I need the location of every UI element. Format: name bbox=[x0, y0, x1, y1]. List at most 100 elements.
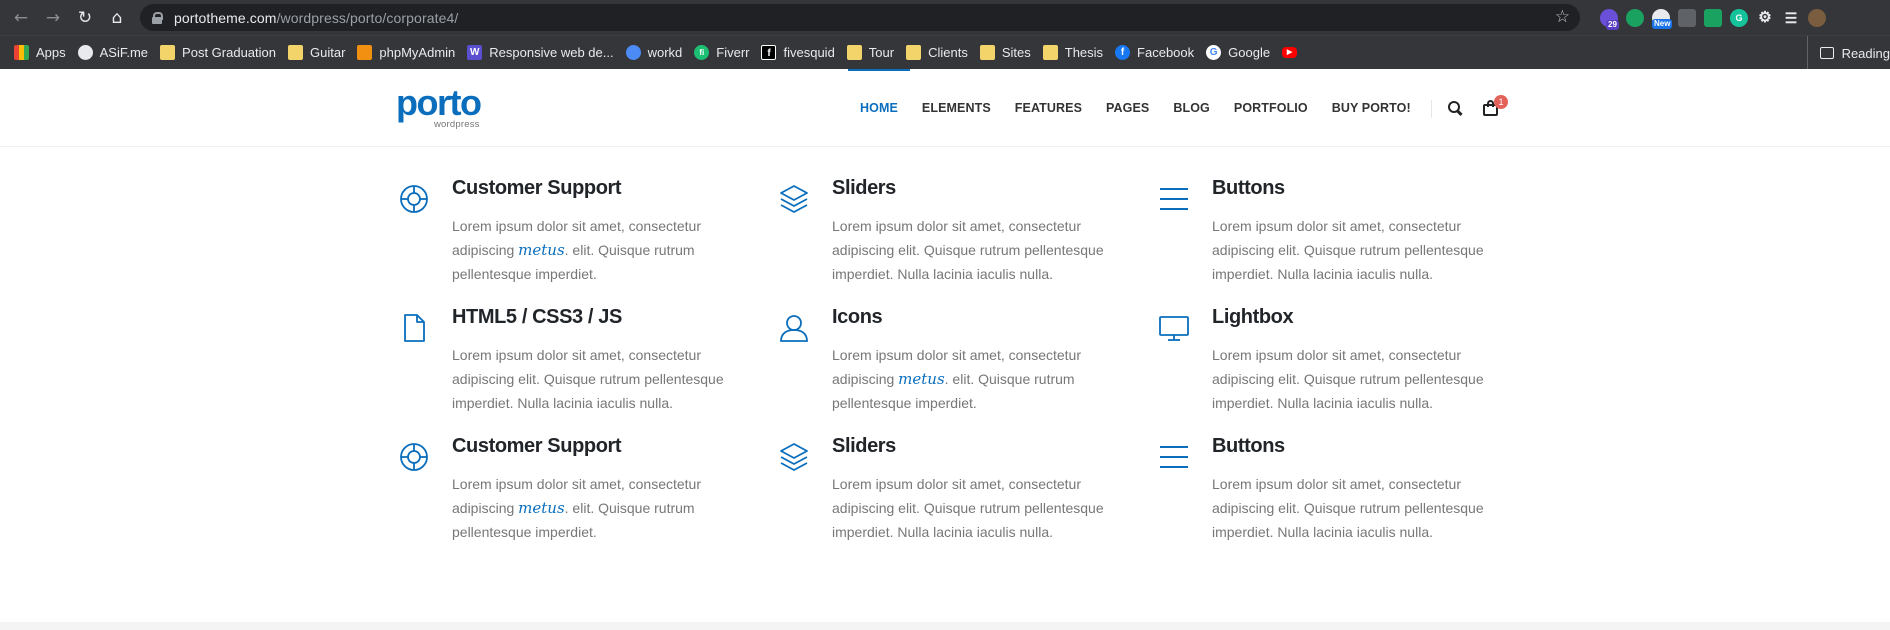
menu-item-pages[interactable]: PAGES bbox=[1094, 69, 1161, 147]
youtube-icon: ▶ bbox=[1282, 47, 1298, 58]
bookmark-google[interactable]: G Google bbox=[1202, 40, 1278, 66]
profile-avatar[interactable] bbox=[1808, 9, 1826, 27]
feature-text: Lorem ipsum dolor sit amet, consectetur … bbox=[1212, 343, 1512, 415]
feature-text-main: Lorem ipsum dolor sit amet, consectetur … bbox=[452, 347, 724, 411]
feature-text: Lorem ipsum dolor sit amet, consectetur … bbox=[1212, 472, 1512, 544]
bookmark-label: Facebook bbox=[1137, 45, 1195, 60]
bookmark-label: Post Graduation bbox=[182, 45, 276, 60]
extension-count-badge: 29 bbox=[1606, 20, 1619, 30]
logo-subtitle: wordpress bbox=[434, 119, 480, 130]
f-square-icon: f bbox=[761, 45, 777, 60]
lifebuoy-icon bbox=[398, 183, 432, 217]
grammarly-icon[interactable]: G bbox=[1730, 9, 1748, 27]
feature-text: Lorem ipsum dolor sit amet, consectetur … bbox=[832, 214, 1132, 286]
feature-text-main: Lorem ipsum dolor sit amet, consectetur … bbox=[1212, 476, 1484, 540]
bookmark-star-icon[interactable]: ☆ bbox=[1555, 7, 1570, 27]
bookmark-label: Fiverr bbox=[716, 45, 750, 60]
porto-logo[interactable]: porto wordpress bbox=[396, 85, 482, 131]
folder-icon bbox=[979, 45, 995, 60]
feature-text-script: metus bbox=[898, 370, 945, 388]
main-menu: HOME ELEMENTS FEATURES PAGES BLOG PORTFOLIO BU… bbox=[848, 69, 1423, 147]
folder-icon bbox=[288, 45, 303, 60]
bookmark-tour[interactable]: Tour bbox=[843, 40, 902, 66]
feature-text: Lorem ipsum dolor sit amet, consectetur … bbox=[452, 214, 752, 286]
bookmark-clients[interactable]: Clients bbox=[902, 40, 976, 66]
feature-title: Customer Support bbox=[452, 435, 622, 457]
reading-list-label: Reading bbox=[1841, 45, 1890, 61]
folder-icon bbox=[1042, 45, 1058, 60]
bookmark-fivesquid[interactable]: f fivesquid bbox=[757, 40, 842, 66]
bookmark-label: Tour bbox=[868, 45, 895, 60]
site-header: porto wordpress HOME ELEMENTS FEATURES PAGE… bbox=[0, 69, 1890, 147]
feature-text-script: metus bbox=[518, 241, 565, 259]
reading-list-button[interactable]: Reading bbox=[1806, 36, 1890, 70]
bookmark-workd[interactable]: workd bbox=[622, 40, 691, 66]
w-icon: W bbox=[467, 45, 483, 60]
feature-title: Icons bbox=[832, 306, 883, 328]
bookmark-label: Responsive web de... bbox=[489, 45, 614, 60]
bookmark-label: ASiF.me bbox=[99, 45, 149, 60]
feature-title: Buttons bbox=[1212, 177, 1285, 199]
feature-text: Lorem ipsum dolor sit amet, consectetur … bbox=[452, 472, 752, 544]
feature-text: Lorem ipsum dolor sit amet, consectetur … bbox=[832, 343, 1132, 415]
extension-icon-4[interactable] bbox=[1678, 9, 1696, 27]
cart-count-badge: 1 bbox=[1494, 95, 1508, 109]
facebook-icon: f bbox=[1115, 45, 1131, 60]
back-arrow-icon[interactable]: ← bbox=[10, 7, 32, 29]
feature-title: HTML5 / CSS3 / JS bbox=[452, 306, 622, 328]
bookmark-sites[interactable]: Sites bbox=[976, 40, 1039, 66]
bookmark-responsive-web-de[interactable]: W Responsive web de... bbox=[463, 40, 621, 66]
bookmark-label: Clients bbox=[928, 45, 968, 60]
bookmark-post-graduation[interactable]: Post Graduation bbox=[156, 40, 284, 66]
home-icon[interactable]: ⌂ bbox=[106, 7, 128, 29]
bookmark-label: Thesis bbox=[1064, 45, 1104, 60]
bookmark-phpmyadmin[interactable]: phpMyAdmin bbox=[353, 40, 463, 66]
bookmark-apps[interactable]: Apps bbox=[10, 40, 74, 66]
menu-item-features[interactable]: FEATURES bbox=[1003, 69, 1094, 147]
menu-item-portfolio[interactable]: PORTFOLIO bbox=[1222, 69, 1320, 147]
menu-item-buy-porto[interactable]: BUY PORTO! bbox=[1320, 69, 1423, 147]
bookmark-youtube[interactable]: ▶ bbox=[1278, 40, 1312, 66]
header-divider bbox=[1431, 100, 1432, 118]
bookmark-guitar[interactable]: Guitar bbox=[284, 40, 353, 66]
feature-text-script: metus bbox=[518, 499, 565, 517]
bookmark-facebook[interactable]: f Facebook bbox=[1111, 40, 1202, 66]
bookmark-fiverr[interactable]: fi Fiverr bbox=[690, 40, 757, 66]
reload-icon[interactable]: ↻ bbox=[74, 7, 96, 29]
bookmark-label: phpMyAdmin bbox=[379, 45, 456, 60]
folder-icon bbox=[846, 45, 862, 60]
puzzle-icon[interactable]: ⚙ bbox=[1756, 9, 1774, 27]
menu-item-elements[interactable]: ELEMENTS bbox=[910, 69, 1003, 147]
menu-item-home[interactable]: HOME bbox=[848, 69, 910, 147]
feature-title: Lightbox bbox=[1212, 306, 1294, 328]
user-icon bbox=[778, 312, 812, 346]
feature-title: Buttons bbox=[1212, 435, 1285, 457]
feature-text-main: Lorem ipsum dolor sit amet, consectetur … bbox=[832, 476, 1104, 540]
search-icon[interactable] bbox=[1448, 101, 1462, 115]
extension-icon-2[interactable] bbox=[1626, 9, 1644, 27]
menu-item-blog[interactable]: BLOG bbox=[1161, 69, 1222, 147]
fiverr-icon: fi bbox=[694, 45, 710, 60]
phpmyadmin-icon bbox=[357, 45, 373, 60]
extension-icon-3[interactable]: New bbox=[1652, 9, 1673, 29]
bookmark-label: Guitar bbox=[310, 45, 346, 60]
menu-lines-icon bbox=[1158, 183, 1192, 217]
bookmark-label: Apps bbox=[36, 45, 66, 60]
feature-text-main: Lorem ipsum dolor sit amet, consectetur … bbox=[832, 218, 1104, 282]
bookmark-thesis[interactable]: Thesis bbox=[1039, 40, 1111, 66]
browser-toolbar: ← → ↻ ⌂ portotheme.com/wordpress/porto/c… bbox=[0, 0, 1890, 35]
feature-text-main: Lorem ipsum dolor sit amet, consectetur … bbox=[1212, 218, 1484, 282]
forward-arrow-icon[interactable]: → bbox=[42, 7, 64, 29]
monitor-icon bbox=[1158, 312, 1192, 346]
bookmark-asif-me[interactable]: ASiF.me bbox=[74, 40, 156, 66]
playlist-icon[interactable]: ☰ bbox=[1782, 9, 1800, 27]
feature-title: Sliders bbox=[832, 435, 896, 457]
extension-icon-5[interactable] bbox=[1704, 9, 1722, 27]
document-icon bbox=[398, 312, 432, 346]
feature-text-main: Lorem ipsum dolor sit amet, consectetur … bbox=[1212, 347, 1484, 411]
workd-icon bbox=[625, 45, 641, 60]
extension-icon-1[interactable]: 29 bbox=[1600, 9, 1619, 30]
feature-text: Lorem ipsum dolor sit amet, consectetur … bbox=[452, 343, 752, 415]
address-bar[interactable]: portotheme.com/wordpress/porto/corporate… bbox=[140, 4, 1580, 31]
google-icon: G bbox=[1206, 45, 1222, 60]
